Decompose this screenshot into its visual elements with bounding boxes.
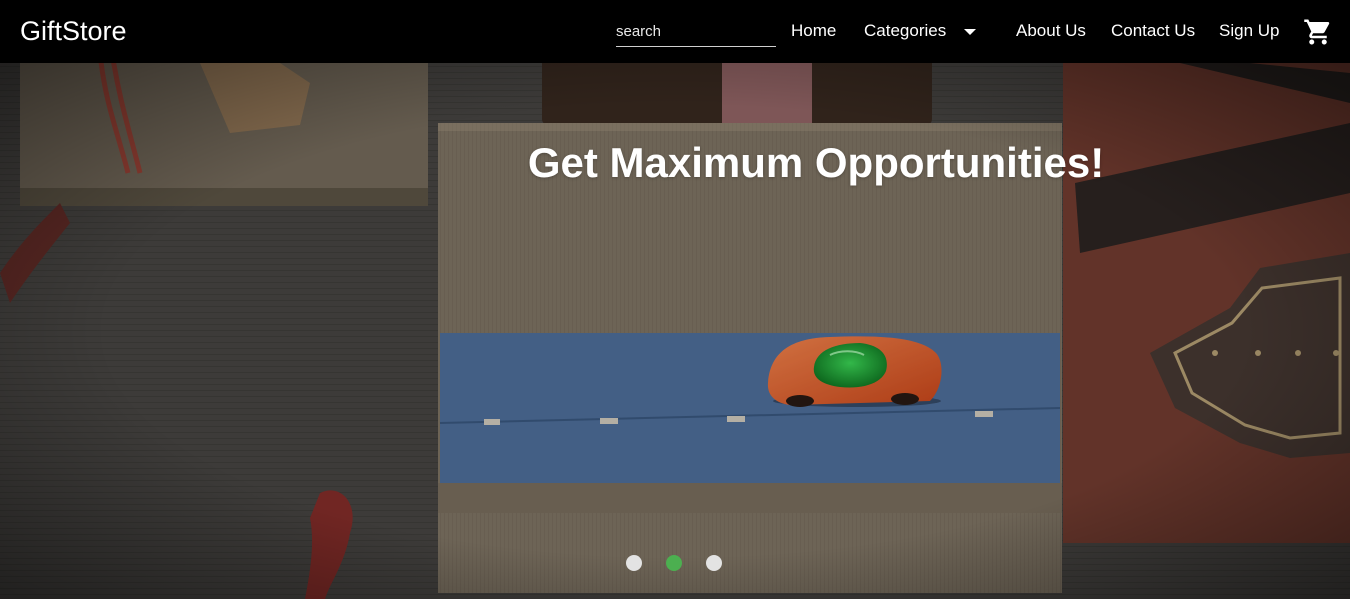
- search-input[interactable]: [616, 16, 776, 47]
- nav-signup-link[interactable]: Sign Up: [1219, 20, 1279, 42]
- hero-carousel: Get Maximum Opportunities!: [0, 63, 1350, 599]
- nav-about-link[interactable]: About Us: [1016, 20, 1086, 42]
- nav-categories-link[interactable]: Categories: [864, 20, 946, 42]
- top-navbar: GiftStore Home Categories About Us Conta…: [0, 0, 1350, 63]
- page: GiftStore Home Categories About Us Conta…: [0, 0, 1350, 599]
- shopping-cart-icon[interactable]: [1303, 17, 1333, 47]
- nav-contact-link[interactable]: Contact Us: [1111, 20, 1195, 42]
- carousel-dot-1[interactable]: [626, 555, 642, 571]
- carousel-dot-2[interactable]: [666, 555, 682, 571]
- hero-background-image: [0, 63, 1350, 599]
- carousel-dot-3[interactable]: [706, 555, 722, 571]
- caret-down-icon[interactable]: [960, 24, 980, 40]
- nav-home-link[interactable]: Home: [791, 20, 836, 42]
- brand-logo[interactable]: GiftStore: [20, 14, 127, 48]
